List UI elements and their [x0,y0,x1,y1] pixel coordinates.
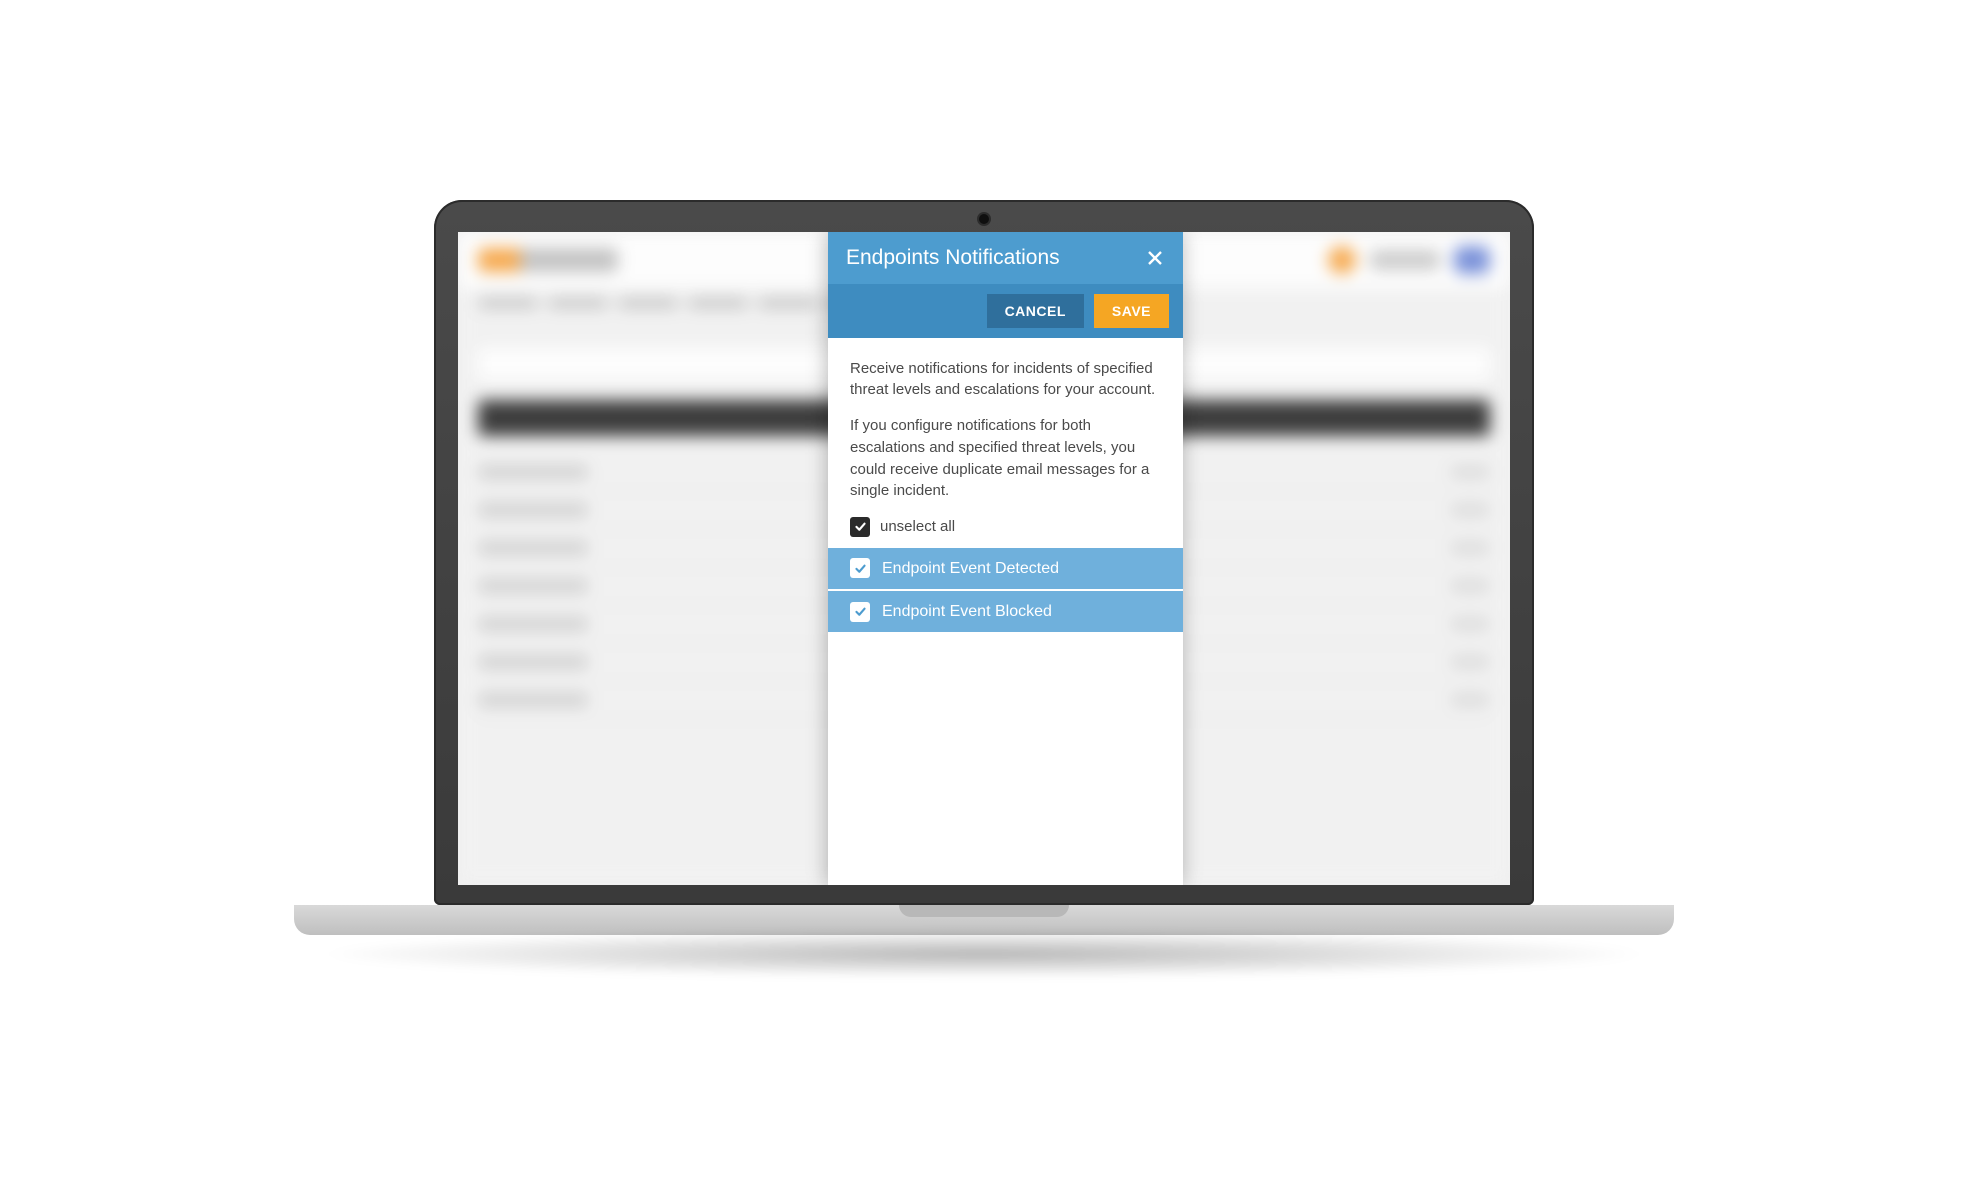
notifications-dialog: Endpoints Notifications CANCEL SAVE Rece… [828,232,1183,885]
select-all-label: unselect all [880,516,955,538]
dialog-title: Endpoints Notifications [846,246,1060,270]
notification-option[interactable]: Endpoint Event Blocked [828,591,1183,632]
notification-option[interactable]: Endpoint Event Detected [828,548,1183,589]
checkbox-checked-icon [850,558,870,578]
notification-option-label: Endpoint Event Detected [882,557,1059,580]
laptop-shadow [294,929,1674,979]
laptop-screen: Endpoints Notifications CANCEL SAVE Rece… [458,232,1510,885]
close-icon[interactable] [1145,248,1165,268]
dialog-action-bar: CANCEL SAVE [828,284,1183,338]
select-all-toggle[interactable]: unselect all [850,516,1161,538]
laptop-screen-bezel: Endpoints Notifications CANCEL SAVE Rece… [434,200,1534,905]
notification-option-label: Endpoint Event Blocked [882,600,1052,623]
dialog-description-2: If you configure notifications for both … [850,415,1161,502]
laptop-mockup: Endpoints Notifications CANCEL SAVE Rece… [284,200,1684,979]
save-button[interactable]: SAVE [1094,294,1169,328]
dialog-description-1: Receive notifications for incidents of s… [850,358,1161,402]
notification-option-list: Endpoint Event Detected Endpoint Event B… [828,548,1183,632]
cancel-button[interactable]: CANCEL [987,294,1084,328]
laptop-camera [979,214,989,224]
checkbox-checked-icon [850,517,870,537]
checkbox-checked-icon [850,602,870,622]
dialog-header: Endpoints Notifications CANCEL SAVE [828,232,1183,338]
laptop-hinge-notch [899,905,1069,917]
dialog-body: Receive notifications for incidents of s… [828,338,1183,653]
